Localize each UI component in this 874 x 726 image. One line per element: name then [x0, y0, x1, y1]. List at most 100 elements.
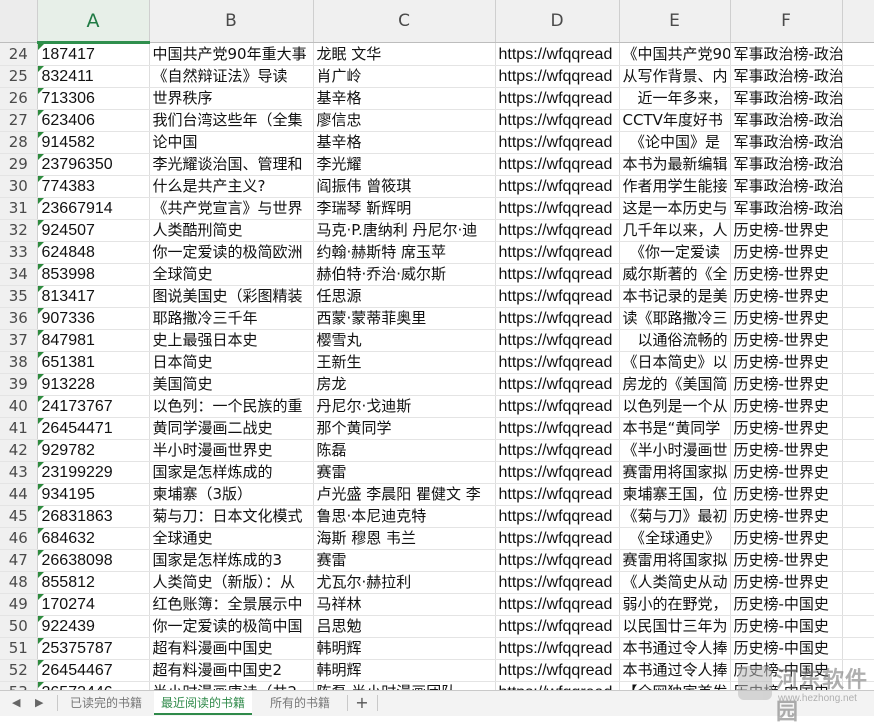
cell-col-e[interactable]: 《中国共产党90: [619, 42, 731, 66]
cell-col-f[interactable]: 历史榜-世界史: [730, 263, 843, 286]
cell-col-c[interactable]: 龙眠 文华: [313, 42, 496, 66]
cell-col-g[interactable]: [842, 549, 874, 572]
cell-col-e[interactable]: 房龙的《美国简: [619, 373, 731, 396]
cell-col-c[interactable]: 尤瓦尔·赫拉利: [313, 571, 496, 594]
cell-col-e[interactable]: 读《耶路撒冷三: [619, 307, 731, 330]
row-header[interactable]: 44: [0, 483, 38, 506]
cell-col-c[interactable]: 李光耀: [313, 153, 496, 176]
cell-col-f[interactable]: 军事政治榜-政治: [730, 131, 843, 154]
cell-col-g[interactable]: [842, 65, 874, 88]
cell-col-e[interactable]: 《人类简史从动: [619, 571, 731, 594]
cell-col-g[interactable]: [842, 87, 874, 110]
cell-col-b[interactable]: 半小时漫画唐诗（共2: [149, 681, 314, 690]
cell-col-g[interactable]: [842, 505, 874, 528]
cell-col-a[interactable]: 929782: [37, 439, 150, 462]
row-header[interactable]: 53: [0, 681, 38, 690]
cell-col-g[interactable]: [842, 197, 874, 220]
cell-col-g[interactable]: [842, 615, 874, 638]
row-header[interactable]: 36: [0, 307, 38, 330]
row-header[interactable]: 27: [0, 109, 38, 132]
cell-col-a[interactable]: 924507: [37, 219, 150, 242]
cell-col-d[interactable]: https://wfqqread: [495, 483, 620, 506]
cell-col-d[interactable]: https://wfqqread: [495, 439, 620, 462]
select-all-corner[interactable]: [0, 0, 38, 43]
cell-col-f[interactable]: 历史榜-世界史: [730, 505, 843, 528]
cell-col-b[interactable]: 耶路撒冷三千年: [149, 307, 314, 330]
cell-col-c[interactable]: 约翰·赫斯特 席玉苹: [313, 241, 496, 264]
cell-col-b[interactable]: 我们台湾这些年（全集: [149, 109, 314, 132]
cell-col-e[interactable]: 本书记录的是美: [619, 285, 731, 308]
row-header[interactable]: 25: [0, 65, 38, 88]
cell-col-e[interactable]: 本书通过令人捧: [619, 637, 731, 660]
cell-col-b[interactable]: 半小时漫画世界史: [149, 439, 314, 462]
cell-col-g[interactable]: [842, 285, 874, 308]
cell-col-b[interactable]: 图说美国史（彩图精装: [149, 285, 314, 308]
cell-col-c[interactable]: 鲁思·本尼迪克特: [313, 505, 496, 528]
cell-col-b[interactable]: 《共产党宣言》与世界: [149, 197, 314, 220]
row-header[interactable]: 31: [0, 197, 38, 220]
cell-col-f[interactable]: 历史榜-世界史: [730, 439, 843, 462]
cell-col-c[interactable]: 那个黄同学: [313, 417, 496, 440]
row-header[interactable]: 46: [0, 527, 38, 550]
cell-col-e[interactable]: 这是一本历史与: [619, 197, 731, 220]
cell-col-a[interactable]: 23667914: [37, 197, 150, 220]
cell-col-e[interactable]: 柬埔寨王国，位: [619, 483, 731, 506]
cell-col-f[interactable]: 历史榜-中国史: [730, 637, 843, 660]
cell-col-c[interactable]: 马祥林: [313, 593, 496, 616]
cell-col-d[interactable]: https://wfqqread: [495, 351, 620, 374]
cell-col-g[interactable]: [842, 109, 874, 132]
cell-col-a[interactable]: 813417: [37, 285, 150, 308]
cell-col-b[interactable]: 黄同学漫画二战史: [149, 417, 314, 440]
cell-col-f[interactable]: 历史榜-世界史: [730, 417, 843, 440]
cell-col-b[interactable]: 全球简史: [149, 263, 314, 286]
row-header[interactable]: 45: [0, 505, 38, 528]
cell-col-g[interactable]: [842, 219, 874, 242]
cell-col-d[interactable]: https://wfqqread: [495, 175, 620, 198]
column-header-c[interactable]: C: [313, 0, 496, 43]
cell-col-d[interactable]: https://wfqqread: [495, 549, 620, 572]
cell-col-c[interactable]: 韩明辉: [313, 637, 496, 660]
add-sheet-button[interactable]: +: [350, 691, 374, 715]
cell-col-b[interactable]: 李光耀谈治国、管理和: [149, 153, 314, 176]
cell-col-c[interactable]: 海斯 穆恩 韦兰: [313, 527, 496, 550]
cell-col-c[interactable]: 王新生: [313, 351, 496, 374]
cell-col-b[interactable]: 史上最强日本史: [149, 329, 314, 352]
row-header[interactable]: 51: [0, 637, 38, 660]
row-header[interactable]: 33: [0, 241, 38, 264]
sheet-tab-all-books[interactable]: 所有的书籍: [256, 691, 344, 715]
cell-col-f[interactable]: 历史榜-中国史: [730, 593, 843, 616]
cell-col-e[interactable]: 几千年以来，人: [619, 219, 731, 242]
cell-col-d[interactable]: https://wfqqread: [495, 241, 620, 264]
cell-col-d[interactable]: https://wfqqread: [495, 527, 620, 550]
cell-col-d[interactable]: https://wfqqread: [495, 593, 620, 616]
cell-col-g[interactable]: [842, 417, 874, 440]
spreadsheet-grid[interactable]: A B C D E F 24 187417 中国共产党90年重大事 龙眠 文华 http…: [0, 0, 874, 690]
row-header[interactable]: 40: [0, 395, 38, 418]
cell-col-a[interactable]: 855812: [37, 571, 150, 594]
cell-col-c[interactable]: 吕思勉: [313, 615, 496, 638]
cell-col-c[interactable]: 韩明辉: [313, 659, 496, 682]
cell-col-d[interactable]: https://wfqqread: [495, 681, 620, 690]
cell-col-b[interactable]: 世界秩序: [149, 87, 314, 110]
cell-col-b[interactable]: 日本简史: [149, 351, 314, 374]
row-header[interactable]: 28: [0, 131, 38, 154]
cell-col-b[interactable]: 红色账簿：全景展示中: [149, 593, 314, 616]
scroll-tabs-left-icon[interactable]: ◀: [12, 696, 20, 709]
cell-col-g[interactable]: [842, 571, 874, 594]
cell-col-a[interactable]: 774383: [37, 175, 150, 198]
column-header-b[interactable]: B: [149, 0, 314, 43]
cell-col-d[interactable]: https://wfqqread: [495, 197, 620, 220]
cell-col-e[interactable]: 赛雷用将国家拟: [619, 549, 731, 572]
cell-col-a[interactable]: 853998: [37, 263, 150, 286]
cell-col-e[interactable]: 本书为最新编辑: [619, 153, 731, 176]
cell-col-d[interactable]: https://wfqqread: [495, 263, 620, 286]
cell-col-f[interactable]: 历史榜-世界史: [730, 241, 843, 264]
cell-col-a[interactable]: 914582: [37, 131, 150, 154]
cell-col-d[interactable]: https://wfqqread: [495, 461, 620, 484]
cell-col-a[interactable]: 187417: [37, 42, 150, 66]
cell-col-f[interactable]: 历史榜-世界史: [730, 219, 843, 242]
cell-col-g[interactable]: [842, 153, 874, 176]
column-header-f[interactable]: F: [730, 0, 843, 43]
cell-col-g[interactable]: [842, 351, 874, 374]
cell-col-c[interactable]: 西蒙·蒙蒂菲奥里: [313, 307, 496, 330]
